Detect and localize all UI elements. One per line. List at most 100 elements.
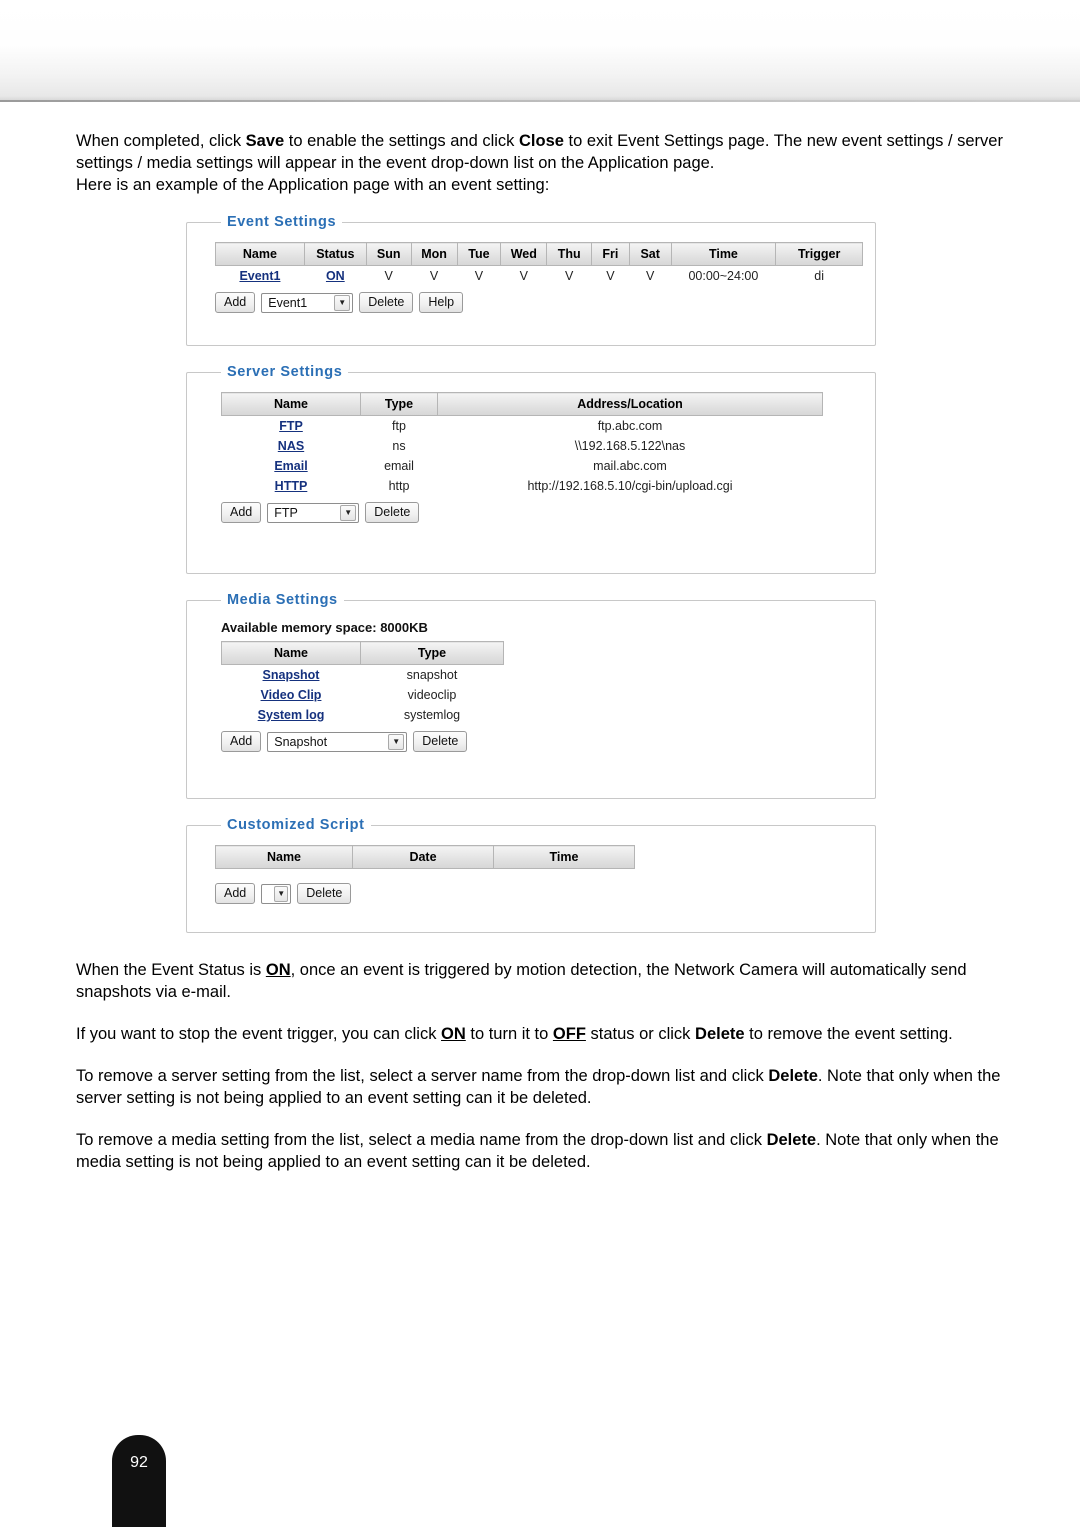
media-row-type-systemlog: systemlog (403, 708, 461, 722)
note-paragraph-3: To remove a server setting from the list… (76, 1065, 1006, 1109)
customized-script-header-row: Name Date Time (215, 845, 635, 869)
media-row-type-videoclip: videoclip (407, 688, 457, 702)
event-settings-controls: Add Event1 ▼ Delete Help (215, 292, 863, 313)
note4-delete: Delete (766, 1131, 817, 1149)
note-paragraph-1: When the Event Status is ON, once an eve… (76, 959, 1006, 1003)
event-select-value: Event1 (268, 295, 308, 310)
note2-d: to remove the event setting. (744, 1025, 953, 1043)
chevron-down-icon[interactable]: ▼ (334, 294, 351, 311)
server-row-address-nas: \\192.168.5.122\nas (574, 439, 686, 453)
server-select[interactable]: FTP ▼ (267, 502, 360, 523)
event-row-sun: V (384, 269, 393, 283)
event-row-thu: V (565, 269, 574, 283)
media-select-value: Snapshot (274, 734, 328, 749)
server-settings-legend: Server Settings (227, 364, 343, 380)
server-row-address-http: http://192.168.5.10/cgi-bin/upload.cgi (527, 479, 733, 493)
chevron-down-icon[interactable]: ▼ (340, 504, 357, 521)
server-name-link-email[interactable]: Email (274, 459, 307, 473)
event-select[interactable]: Event1 ▼ (261, 292, 354, 313)
media-name-link-systemlog[interactable]: System log (258, 708, 325, 722)
table-row: Email email mail.abc.com (222, 456, 823, 476)
customized-script-controls: Add ▼ Delete (215, 883, 863, 904)
event-name-link[interactable]: Event1 (239, 269, 280, 283)
chevron-down-icon[interactable]: ▼ (274, 885, 289, 902)
intro-close-emphasis: Close (519, 132, 564, 150)
server-row-name-cell: Email (222, 456, 361, 476)
spacer-after-screenshot (76, 933, 1006, 959)
media-select[interactable]: Snapshot ▼ (267, 731, 408, 752)
event-settings-header-row: Name Status Sun Mon Tue Wed Thu Fri Sat … (215, 242, 863, 266)
event-row-fri: V (606, 269, 615, 283)
server-settings-panel: Server Settings Name Type Address/Locati… (186, 364, 876, 574)
server-name-link-http[interactable]: HTTP (275, 479, 308, 493)
event-col-sat: Sat (628, 242, 672, 266)
event-col-name: Name (215, 242, 305, 266)
table-row: Snapshot snapshot (222, 665, 504, 686)
note-paragraph-2: If you want to stop the event trigger, y… (76, 1023, 1006, 1045)
event-row-wed: V (519, 269, 528, 283)
server-row-name-cell: NAS (222, 436, 361, 456)
note4-a: To remove a media setting from the list,… (76, 1131, 767, 1149)
event-status-link[interactable]: ON (326, 269, 345, 283)
media-settings-legend: Media Settings (227, 592, 338, 608)
chevron-down-icon[interactable]: ▼ (388, 733, 405, 750)
server-settings-table: Name Type Address/Location FTP ftp ftp.a… (221, 392, 823, 496)
server-row-name-cell: HTTP (222, 476, 361, 496)
table-row: NAS ns \\192.168.5.122\nas (222, 436, 823, 456)
server-row-type-ftp: ftp (392, 419, 406, 433)
event-col-trigger: Trigger (775, 242, 863, 266)
server-delete-button[interactable]: Delete (365, 502, 420, 523)
server-name-link-ftp[interactable]: FTP (279, 419, 303, 433)
server-add-button[interactable]: Add (221, 502, 262, 523)
server-row-type-http: http (388, 479, 410, 493)
media-row-name-cell: Video Clip (222, 685, 361, 705)
script-delete-button[interactable]: Delete (297, 883, 352, 904)
server-name-link-nas[interactable]: NAS (278, 439, 304, 453)
table-row: System log systemlog (222, 705, 504, 725)
script-add-button[interactable]: Add (215, 883, 256, 904)
server-col-name: Name (221, 392, 361, 416)
intro-p1-a: When completed, click (76, 132, 246, 150)
application-page-screenshot: Event Settings Name Status Sun Mon Tue W… (76, 214, 1006, 933)
note2-delete: Delete (695, 1025, 745, 1043)
note2-a: If you want to stop the event trigger, y… (76, 1025, 442, 1043)
note2-b: to turn it to (465, 1025, 553, 1043)
event-col-time: Time (670, 242, 777, 266)
media-settings-panel: Media Settings Available memory space: 8… (186, 592, 876, 799)
event-add-button[interactable]: Add (215, 292, 256, 313)
event-row-sat: V (646, 269, 655, 283)
note3-delete: Delete (768, 1067, 818, 1085)
page-content: When completed, click Save to enable the… (76, 130, 1006, 1173)
event-col-tue: Tue (456, 242, 502, 266)
table-row: FTP ftp ftp.abc.com (222, 416, 823, 437)
media-settings-header-row: Name Type (221, 641, 504, 665)
script-panel-spacer (199, 904, 863, 918)
available-memory-label: Available memory space: 8000KB (221, 620, 428, 635)
media-row-type-snapshot: snapshot (406, 668, 458, 682)
media-name-link-snapshot[interactable]: Snapshot (263, 668, 320, 682)
script-col-name: Name (215, 845, 353, 869)
intro-save-emphasis: Save (245, 132, 285, 150)
event-col-fri: Fri (590, 242, 630, 266)
event-delete-button[interactable]: Delete (359, 292, 414, 313)
page-header-rule (0, 100, 1080, 102)
media-delete-button[interactable]: Delete (413, 731, 468, 752)
media-add-button[interactable]: Add (221, 731, 262, 752)
event-row-name-cell: Event1 (216, 266, 305, 287)
media-col-name: Name (221, 641, 361, 665)
customized-script-table: Name Date Time (215, 845, 635, 869)
event-col-thu: Thu (546, 242, 592, 266)
server-settings-controls: Add FTP ▼ Delete (221, 502, 863, 523)
event-row-status-cell: ON (304, 266, 366, 287)
media-name-link-videoclip[interactable]: Video Clip (261, 688, 322, 702)
event-settings-legend: Event Settings (227, 214, 337, 230)
customized-script-body: Name Date Time Add ▼ Delete (199, 843, 863, 904)
customized-script-panel: Customized Script Name Date Time Add ▼ D… (186, 817, 876, 933)
event-settings-body: Name Status Sun Mon Tue Wed Thu Fri Sat … (199, 240, 863, 313)
script-select[interactable]: ▼ (261, 883, 292, 904)
table-row: Event1 ON V V V V V V V 00:00~24:00 di (216, 266, 863, 287)
server-settings-header-row: Name Type Address/Location (221, 392, 823, 416)
event-help-button[interactable]: Help (419, 292, 464, 313)
